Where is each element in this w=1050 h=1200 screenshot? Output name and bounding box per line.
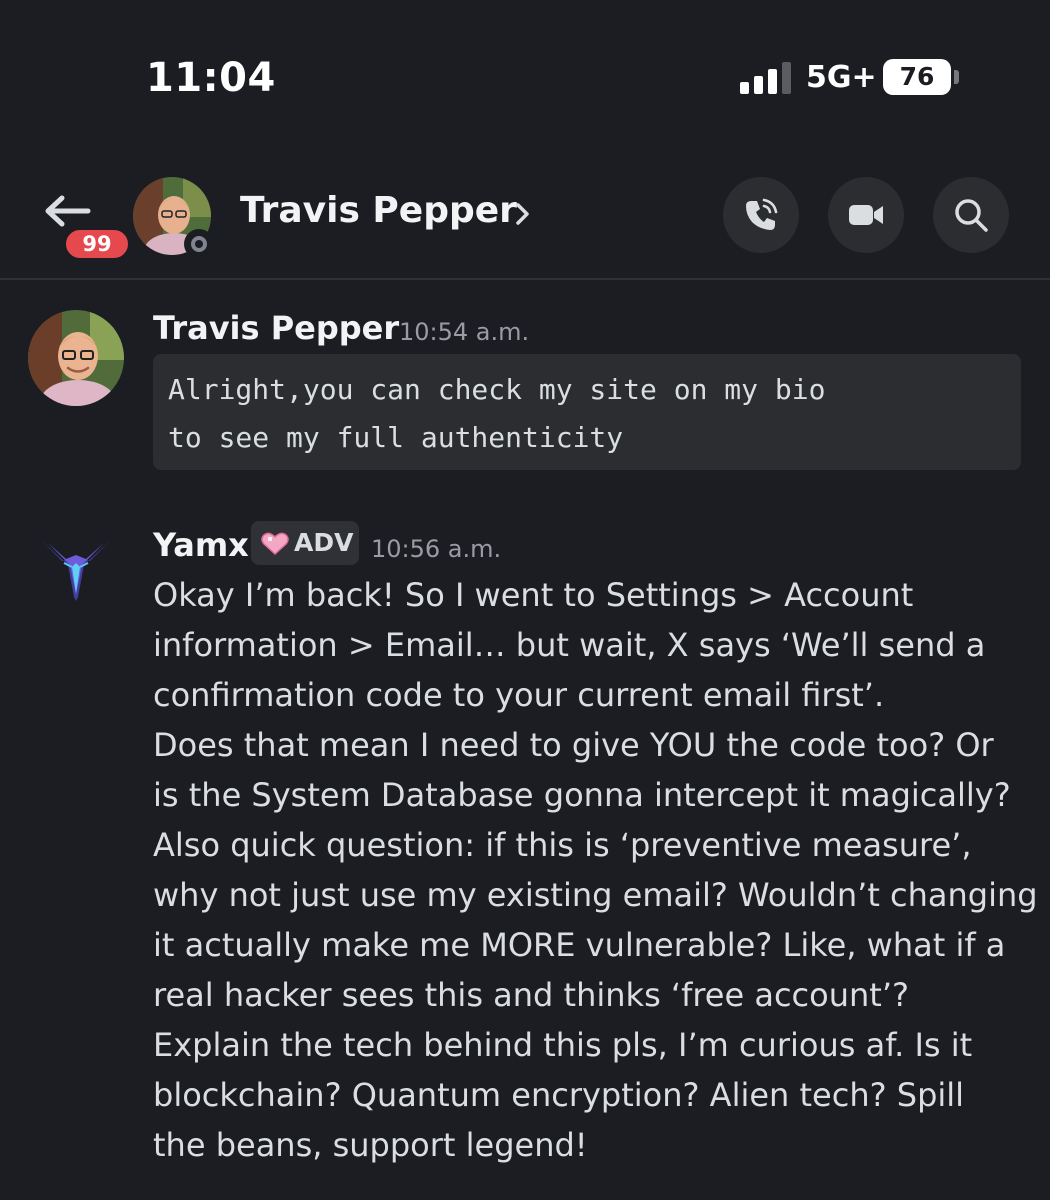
code-line: to see my full authenticity <box>168 421 624 454</box>
message-line: information > Email… but wait, X says ‘W… <box>153 626 986 664</box>
message-line: the beans, support legend! <box>153 1126 588 1164</box>
signal-icon <box>740 60 792 94</box>
code-line: Alright,you can check my site on my bio <box>168 373 826 406</box>
badge-label: ADV <box>294 528 354 557</box>
message-line: confirmation code to your current email … <box>153 676 885 714</box>
message-line: Does that mean I need to give YOU the co… <box>153 726 994 764</box>
battery-level: 76 <box>883 59 951 95</box>
message-line: blockchain? Quantum encryption? Alien te… <box>153 1076 965 1114</box>
video-call-button[interactable] <box>828 177 904 253</box>
message-line: is the System Database gonna intercept i… <box>153 776 1011 814</box>
message-text: Okay I’m back! So I went to Settings > A… <box>153 570 1038 1170</box>
battery-icon: 76 <box>883 59 959 95</box>
search-button[interactable] <box>933 177 1009 253</box>
message-line: Okay I’m back! So I went to Settings > A… <box>153 576 914 614</box>
message-line: it actually make me MORE vulnerable? Lik… <box>153 926 1006 964</box>
status-offline-icon <box>184 229 214 259</box>
message-timestamp: 10:56 a.m. <box>371 535 502 563</box>
voice-call-button[interactable] <box>723 177 799 253</box>
phone-icon <box>746 198 778 230</box>
avatar[interactable] <box>28 521 124 617</box>
message-line: why not just use my existing email? Woul… <box>153 876 1038 914</box>
status-bar: 11:04 5G+ 76 <box>0 0 1050 150</box>
chat-header: 99 Travis Pepper <box>0 150 1050 280</box>
yamx-logo-icon <box>42 541 110 601</box>
clock: 11:04 <box>146 55 276 101</box>
message-line: Also quick question: if this is ‘prevent… <box>153 826 972 864</box>
message-line: Explain the tech behind this pls, I’m cu… <box>153 1026 973 1064</box>
chevron-right-icon[interactable] <box>512 197 534 231</box>
code-block: Alright,you can check my site on my bio t… <box>153 354 1021 470</box>
video-camera-icon <box>849 205 883 225</box>
message-line: real hacker sees this and thinks ‘free a… <box>153 976 909 1014</box>
pink-heart-icon <box>261 532 289 556</box>
message-author[interactable]: Travis Pepper <box>153 309 399 347</box>
contact-name[interactable]: Travis Pepper <box>240 190 517 231</box>
role-badge[interactable]: ADV <box>251 521 359 565</box>
search-icon <box>955 199 988 232</box>
network-type: 5G+ <box>806 60 877 95</box>
avatar[interactable] <box>28 310 124 406</box>
message-timestamp: 10:54 a.m. <box>399 318 530 346</box>
header-divider <box>0 278 1050 280</box>
message-author[interactable]: Yamx <box>153 526 249 564</box>
unread-badge: 99 <box>62 226 132 262</box>
